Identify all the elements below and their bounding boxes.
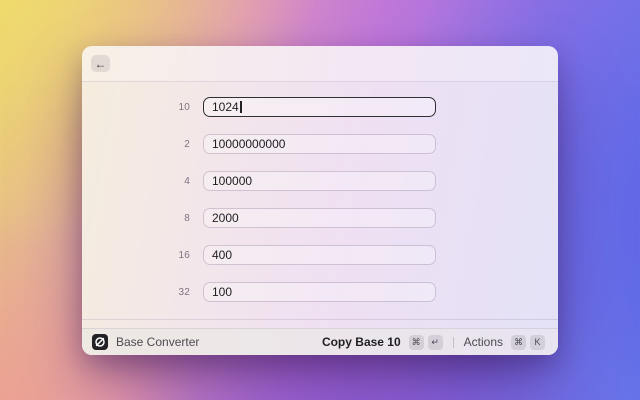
base-10-input[interactable] (203, 97, 436, 117)
footer-bar: Base Converter Copy Base 10 ⌘ ↵ Actions … (82, 328, 558, 355)
back-arrow-icon: ← (95, 57, 107, 71)
base-label: 32 (82, 287, 190, 298)
base-label: 2 (82, 139, 190, 150)
text-caret (240, 101, 242, 113)
base-32-input[interactable] (203, 282, 436, 302)
conversion-list: 10 2 4 8 16 (82, 82, 558, 353)
base-label: 4 (82, 176, 190, 187)
base-16-input[interactable] (203, 245, 436, 265)
footer-app-name: Base Converter (116, 335, 199, 349)
copy-base-10-button[interactable]: Copy Base 10 ⌘ ↵ (319, 333, 446, 352)
actions-menu-button[interactable]: Actions ⌘ K (461, 333, 548, 352)
section-divider (82, 319, 558, 320)
row-base-16: 16 (82, 245, 558, 265)
footer-divider (453, 337, 454, 348)
back-button[interactable]: ← (91, 55, 110, 72)
base-8-input[interactable] (203, 208, 436, 228)
row-base-2: 2 (82, 134, 558, 154)
actions-label: Actions (464, 335, 503, 349)
row-base-10: 10 (82, 97, 558, 117)
footer-actions: Copy Base 10 ⌘ ↵ Actions ⌘ K (319, 333, 548, 352)
slashed-zero-icon (92, 334, 108, 350)
base-2-input[interactable] (203, 134, 436, 154)
command-key-icon: ⌘ (409, 335, 424, 350)
base-label: 10 (82, 102, 190, 113)
window-header: ← (82, 46, 558, 82)
footer-app-chip: Base Converter (92, 334, 199, 350)
base-label: 16 (82, 250, 190, 261)
command-key-icon: ⌘ (511, 335, 526, 350)
copy-base-10-label: Copy Base 10 (322, 335, 401, 349)
base-4-input[interactable] (203, 171, 436, 191)
k-key-icon: K (530, 335, 545, 350)
base-converter-window: ← 10 2 4 8 (82, 46, 558, 355)
base-label: 8 (82, 213, 190, 224)
row-base-8: 8 (82, 208, 558, 228)
return-key-icon: ↵ (428, 335, 443, 350)
row-base-4: 4 (82, 171, 558, 191)
row-base-32: 32 (82, 282, 558, 302)
desktop-background: { "header": { "back_label": "←" }, "conv… (0, 0, 640, 400)
